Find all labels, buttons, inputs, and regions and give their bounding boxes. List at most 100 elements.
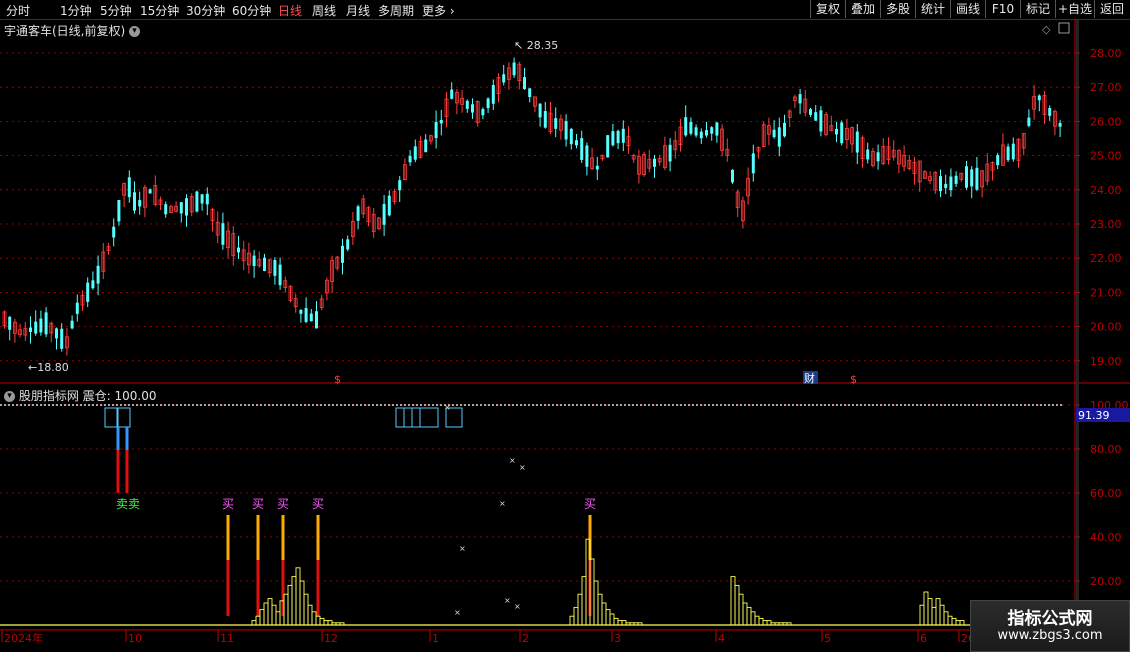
candle-body — [215, 221, 220, 236]
candle-body — [970, 169, 974, 187]
candle-body — [533, 96, 537, 107]
candle-body — [91, 280, 95, 289]
f10-button[interactable]: F10 — [985, 0, 1020, 18]
stock-chart: 28.00 27.00 26.00 25.00 24.00 23.00 22.00 21.00… — [0, 20, 1130, 650]
candle-body — [725, 148, 730, 156]
period-tab-fenshi[interactable]: 分时 — [6, 2, 30, 19]
candle-body — [392, 191, 397, 202]
candle-body — [278, 264, 282, 286]
candle-body — [273, 260, 277, 276]
indicator-dropdown-icon[interactable]: ▾ — [4, 391, 15, 402]
candle-body — [829, 125, 834, 131]
diamond-icon[interactable]: ◇ — [1042, 23, 1051, 36]
candle-body — [512, 62, 516, 76]
candle-body — [195, 191, 199, 212]
draw-line-button[interactable]: 画线 — [950, 0, 985, 18]
price-tick-label: 20.00 — [1090, 321, 1122, 334]
histogram-bar — [931, 606, 937, 626]
histogram-bar — [255, 615, 261, 626]
mark-button[interactable]: 标记 — [1020, 0, 1055, 18]
candle-body — [647, 158, 652, 169]
candle-body — [590, 157, 594, 170]
histogram-bar — [331, 622, 337, 626]
candle-body — [933, 172, 938, 191]
histogram-bar — [569, 615, 575, 626]
overlay-button[interactable]: 叠加 — [845, 0, 880, 18]
histogram-bar — [770, 622, 776, 626]
indicator-box — [104, 407, 118, 428]
candle-body — [850, 127, 854, 145]
candle-body — [996, 155, 1000, 166]
candle-body — [138, 200, 142, 207]
histogram-bar — [307, 604, 313, 626]
candle-body — [101, 251, 106, 272]
indicator-name: 股朋指标网 — [18, 389, 79, 403]
scatter-mark: × — [444, 403, 451, 412]
candle-body — [257, 259, 262, 267]
histogram-bar — [782, 622, 788, 626]
candle-body — [793, 96, 797, 101]
stats-button[interactable]: 统计 — [915, 0, 950, 18]
period-tab-multi[interactable]: 多周期 — [378, 2, 414, 19]
period-tab-1min[interactable]: 1分钟 — [60, 2, 92, 19]
candle-body — [954, 175, 958, 184]
candle-body — [413, 146, 417, 160]
candle-body — [221, 223, 225, 245]
fuquan-button[interactable]: 复权 — [810, 0, 845, 18]
candle-body — [304, 308, 308, 322]
indicator-tick-label: 80.00 — [1090, 443, 1122, 456]
candle-body — [917, 160, 922, 183]
candle-body — [575, 140, 578, 146]
candle-body — [428, 135, 433, 142]
scatter-mark: × — [459, 544, 466, 553]
candle-body — [1037, 95, 1041, 101]
candle-body — [710, 127, 714, 134]
period-tab-more[interactable]: 更多 › — [422, 2, 455, 19]
candle-body — [783, 122, 786, 137]
histogram-bar — [951, 617, 957, 626]
period-tab-monthly[interactable]: 月线 — [346, 2, 370, 19]
watermark-url: www.zbgs3.com — [997, 628, 1103, 643]
back-button[interactable]: 返回 — [1094, 0, 1129, 18]
indicator-tick-label: 20.00 — [1090, 575, 1122, 588]
histogram-bar — [738, 593, 744, 626]
candle-body — [787, 110, 792, 118]
candle-body — [324, 279, 329, 294]
indicator-box — [395, 407, 405, 428]
candle-body — [699, 131, 703, 139]
candle-body — [980, 170, 984, 188]
period-tab-15min[interactable]: 15分钟 — [140, 2, 179, 19]
dividend-marker[interactable]: $ — [334, 373, 341, 386]
candle-body — [210, 209, 215, 222]
candle-body — [185, 198, 188, 216]
period-tab-60min[interactable]: 60分钟 — [232, 2, 271, 19]
period-tab-5min[interactable]: 5分钟 — [100, 2, 132, 19]
indicator-box — [419, 407, 439, 428]
candle-body — [153, 185, 158, 205]
period-tab-daily[interactable]: 日线 — [278, 2, 302, 19]
dropdown-circle-icon[interactable]: ▾ — [129, 26, 141, 37]
indicator-tick-label: 40.00 — [1090, 531, 1122, 544]
histogram-bar — [734, 584, 740, 626]
candle-body — [189, 196, 194, 213]
period-tab-weekly[interactable]: 周线 — [312, 2, 336, 19]
candle-body — [356, 206, 360, 221]
candle-body — [127, 177, 131, 198]
candle-body — [506, 67, 511, 80]
histogram-bar — [633, 622, 639, 626]
candle-body — [376, 217, 381, 230]
period-tab-30min[interactable]: 30分钟 — [186, 2, 225, 19]
candle-body — [335, 256, 340, 269]
multi-stock-button[interactable]: 多股 — [880, 0, 915, 18]
date-label: 6 — [920, 632, 927, 645]
candle-body — [133, 192, 136, 211]
date-label: 5 — [824, 632, 831, 645]
finance-marker[interactable]: 财 — [804, 371, 815, 385]
add-watchlist-button[interactable]: +自选 — [1055, 0, 1094, 18]
dividend-marker-2[interactable]: $ — [850, 373, 857, 386]
price-tick-label: 22.00 — [1090, 252, 1122, 265]
candle-body — [1053, 110, 1057, 127]
date-label: 2024年 — [4, 631, 43, 645]
histogram-bar — [730, 576, 736, 626]
candle-body — [1032, 96, 1036, 110]
